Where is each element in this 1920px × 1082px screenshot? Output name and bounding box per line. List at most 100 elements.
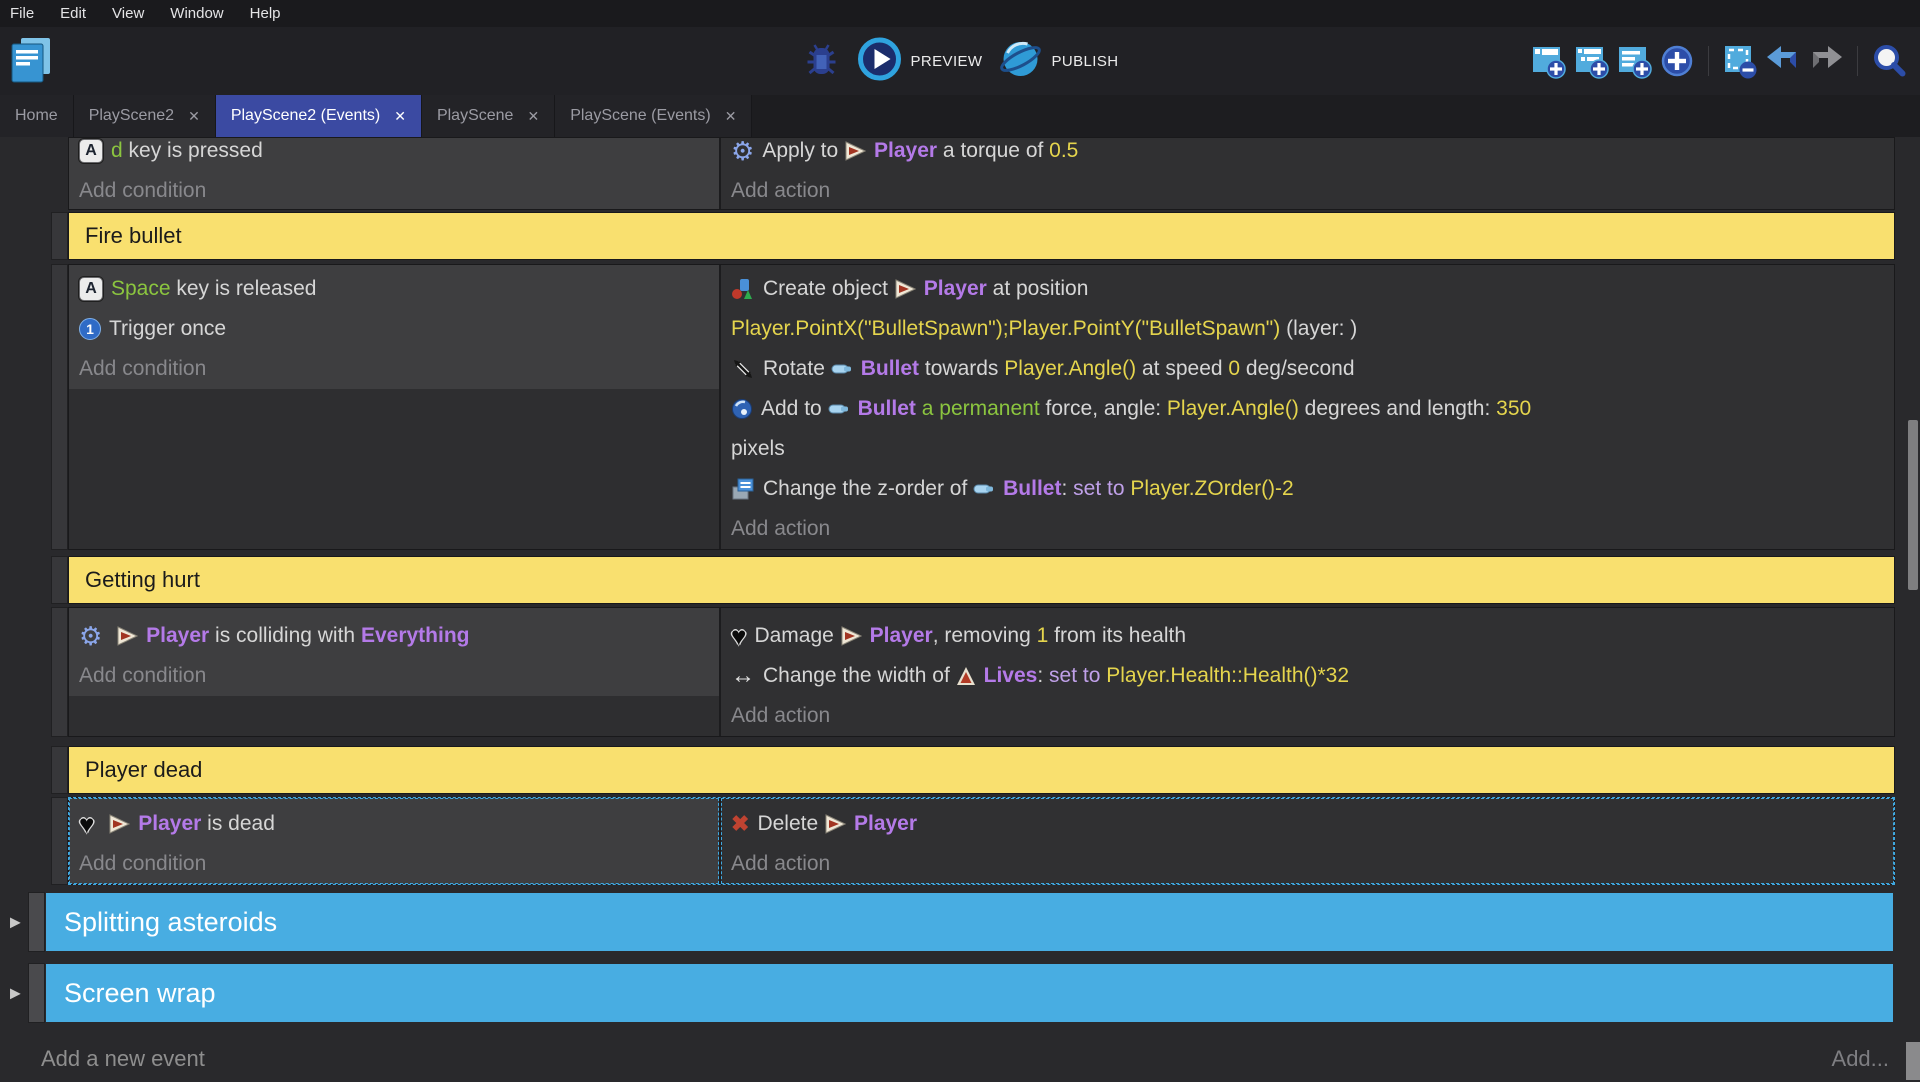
collapse-arrow-icon[interactable]: ▶ (10, 914, 21, 931)
event-drag-handle[interactable] (51, 556, 68, 604)
search-icon[interactable] (1870, 42, 1908, 80)
comment-event[interactable]: Fire bullet (68, 212, 1895, 260)
condition-line[interactable]: 1 Trigger once (69, 309, 719, 349)
text-segment: Trigger once (109, 317, 226, 341)
action-line[interactable]: Change the z-order of Bullet: set to Pla… (721, 469, 1894, 509)
text-segment: Add to (761, 397, 828, 421)
publish-globe-icon (998, 37, 1042, 86)
collapse-arrow-icon[interactable]: ▶ (10, 985, 21, 1002)
event-drag-handle[interactable] (51, 264, 68, 550)
tab-close-icon[interactable]: ✕ (527, 109, 539, 123)
text-segment: towards (919, 357, 1004, 381)
scrollbar-thumb[interactable] (1908, 420, 1918, 590)
debugger-icon[interactable] (802, 40, 842, 82)
comment-event[interactable]: Getting hurt (68, 556, 1895, 604)
comment-event[interactable]: Player dead (68, 746, 1895, 794)
action-line[interactable]: pixels (721, 429, 1894, 469)
add-circle-icon[interactable] (1658, 42, 1696, 80)
trigger-once-icon: 1 (79, 318, 101, 340)
events-sheet: Ad key is pressedAdd condition⚙Apply to … (0, 137, 1920, 1080)
text-segment: Player.ZOrder()-2 (1130, 477, 1293, 501)
scrollbar-corner (1906, 1042, 1920, 1080)
undo-icon[interactable] (1764, 42, 1802, 80)
scrollbar-track[interactable] (1906, 137, 1920, 1080)
condition-line[interactable]: Ad key is pressed (69, 137, 719, 171)
condition-line[interactable]: ⚙ Player is colliding with Everything (69, 616, 719, 656)
menu-window[interactable]: Window (157, 0, 236, 27)
player-ship-icon (844, 141, 866, 161)
actions-cell: Create object Player at positionPlayer.P… (721, 265, 1894, 549)
redo-icon[interactable] (1807, 42, 1845, 80)
event-drag-handle[interactable] (51, 797, 68, 885)
event-drag-handle[interactable] (28, 963, 45, 1023)
comment-text: Player dead (85, 757, 202, 783)
actions-cell: ⚙Apply to Player a torque of 0.5Add acti… (721, 138, 1894, 209)
text-segment: deg/second (1240, 357, 1354, 381)
action-line[interactable]: Rotate Bullet towards Player.Angle() at … (721, 349, 1894, 389)
publish-button[interactable]: PUBLISH (998, 37, 1118, 86)
tab-playscene-events[interactable]: PlayScene (Events)✕ (555, 95, 752, 137)
action-line[interactable]: Add to Bullet a permanent force, angle: … (721, 389, 1894, 429)
action-line[interactable]: ↔Change the width of Lives: set to Playe… (721, 656, 1894, 696)
menu-help[interactable]: Help (237, 0, 294, 27)
event-drag-handle[interactable] (51, 746, 68, 794)
text-segment: Bullet (858, 397, 916, 421)
comment-text: Fire bullet (85, 223, 182, 249)
text-segment: Player (138, 812, 201, 836)
add-comment-icon[interactable] (1615, 42, 1653, 80)
group-event-splitting-asteroids[interactable]: ▶Splitting asteroids (46, 893, 1893, 951)
add-new-event-link[interactable]: Add a new event (41, 1046, 205, 1072)
tab-home[interactable]: Home (0, 95, 74, 137)
menu-view[interactable]: View (99, 0, 157, 27)
toolbar-separator (1857, 46, 1858, 76)
text-segment: Player (854, 812, 917, 836)
tab-close-icon[interactable]: ✕ (725, 109, 737, 123)
text-segment: 1 (1037, 624, 1049, 648)
action-line[interactable]: ⚙Apply to Player a torque of 0.5 (721, 137, 1894, 171)
event-drag-handle[interactable] (28, 892, 45, 952)
add-action-link[interactable]: Add action (721, 844, 1894, 884)
text-segment: (layer: ) (1280, 317, 1357, 341)
text-segment: from its health (1048, 624, 1186, 648)
text-segment: 0 (1228, 357, 1240, 381)
text-segment: Delete (757, 812, 824, 836)
conditions-cell: ASpace key is released 1 Trigger once Add c… (69, 265, 721, 549)
action-line[interactable]: Create object Player at position (721, 269, 1894, 309)
action-line[interactable]: Player.PointX("BulletSpawn");Player.Poin… (721, 309, 1894, 349)
add-condition-link[interactable]: Add condition (69, 171, 719, 210)
player-ship-icon (894, 279, 916, 299)
text-segment: : (1061, 477, 1073, 501)
add-condition-link[interactable]: Add condition (69, 349, 719, 389)
add-more-button[interactable]: Add... (1832, 1046, 1889, 1072)
tab-playscene[interactable]: PlayScene✕ (422, 95, 555, 137)
tab-close-icon[interactable]: ✕ (394, 109, 406, 123)
menu-edit[interactable]: Edit (47, 0, 99, 27)
group-event-screen-wrap[interactable]: ▶Screen wrap (46, 964, 1893, 1022)
bullet-icon (831, 363, 853, 375)
rotate-arrow-icon (731, 357, 755, 381)
add-condition-link[interactable]: Add condition (69, 656, 719, 696)
add-subevent-icon[interactable] (1572, 42, 1610, 80)
text-segment: a torque of (937, 139, 1049, 163)
add-action-link[interactable]: Add action (721, 509, 1894, 549)
condition-line[interactable]: ♥ Player is dead (69, 804, 719, 844)
text-segment: key is released (171, 277, 317, 301)
text-segment: Player (924, 277, 987, 301)
event-drag-handle[interactable] (51, 212, 68, 260)
tab-close-icon[interactable]: ✕ (188, 109, 200, 123)
action-line[interactable]: ♥Damage Player, removing 1 from its heal… (721, 616, 1894, 656)
condition-line[interactable]: ASpace key is released (69, 269, 719, 309)
preview-button[interactable]: PREVIEW (858, 37, 983, 86)
tab-playscene2[interactable]: PlayScene2✕ (74, 95, 216, 137)
menu-bar: FileEditViewWindowHelp (0, 0, 1920, 27)
add-action-link[interactable]: Add action (721, 171, 1894, 210)
action-line[interactable]: ✖Delete Player (721, 804, 1894, 844)
add-action-link[interactable]: Add action (721, 696, 1894, 736)
menu-file[interactable]: File (0, 0, 47, 27)
health-heart-icon: ♥ (731, 623, 746, 649)
event-drag-handle[interactable] (51, 607, 68, 737)
tab-playscene2-events[interactable]: PlayScene2 (Events)✕ (216, 95, 422, 137)
add-condition-link[interactable]: Add condition (69, 844, 719, 884)
remove-selection-icon[interactable] (1721, 42, 1759, 80)
add-event-icon[interactable] (1529, 42, 1567, 80)
